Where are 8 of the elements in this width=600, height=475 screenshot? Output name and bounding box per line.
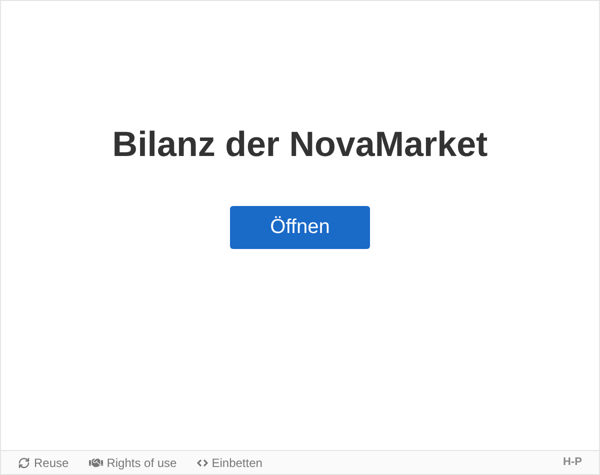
open-button[interactable]: Öffnen xyxy=(230,206,370,248)
footer-link[interactable]: Einbetten xyxy=(196,454,262,472)
footer-link[interactable]: Reuse xyxy=(18,454,69,472)
title: Bilanz der NovaMarket xyxy=(112,124,488,166)
footer-link[interactable]: Rights of use xyxy=(88,454,177,472)
logo: H-P xyxy=(563,455,582,470)
refresh-icon xyxy=(18,456,30,468)
code-icon xyxy=(196,458,208,466)
